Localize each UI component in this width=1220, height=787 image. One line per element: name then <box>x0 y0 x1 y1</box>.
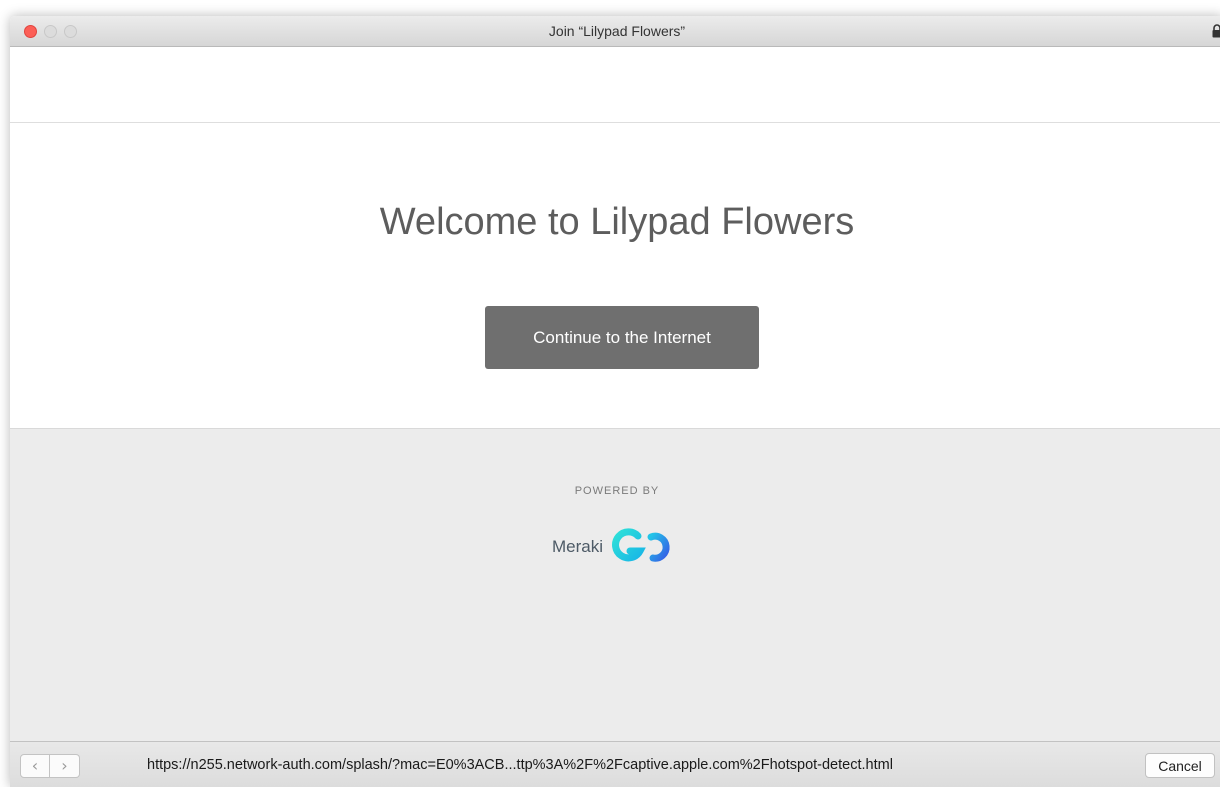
captive-portal-window: Join “Lilypad Flowers” Welcome to Lilypa… <box>10 16 1220 787</box>
title-bar: Join “Lilypad Flowers” <box>10 16 1220 47</box>
page-url: https://n255.network-auth.com/splash/?ma… <box>147 757 893 773</box>
navigation-buttons: ‹ › <box>20 754 80 778</box>
welcome-section: Welcome to Lilypad Flowers Continue to t… <box>10 123 1220 429</box>
top-banner <box>10 47 1220 123</box>
chevron-left-icon: ‹ <box>31 756 39 775</box>
lock-icon <box>1212 24 1220 38</box>
welcome-heading: Welcome to Lilypad Flowers <box>379 201 855 243</box>
window-title: Join “Lilypad Flowers” <box>548 23 686 39</box>
cancel-button[interactable]: Cancel <box>1145 753 1215 778</box>
back-button[interactable]: ‹ <box>20 754 50 778</box>
chevron-right-icon: › <box>61 756 68 775</box>
continue-button[interactable]: Continue to the Internet <box>485 306 759 369</box>
bottom-toolbar: ‹ › https://n255.network-auth.com/splash… <box>10 741 1220 787</box>
meraki-go-logo: Meraki <box>552 527 681 567</box>
go-logo-icon <box>612 528 670 562</box>
powered-by-label: POWERED BY <box>574 485 660 497</box>
forward-button[interactable]: › <box>50 754 80 778</box>
brand-name: Meraki <box>552 537 604 556</box>
footer: POWERED BY Meraki <box>10 429 1220 741</box>
